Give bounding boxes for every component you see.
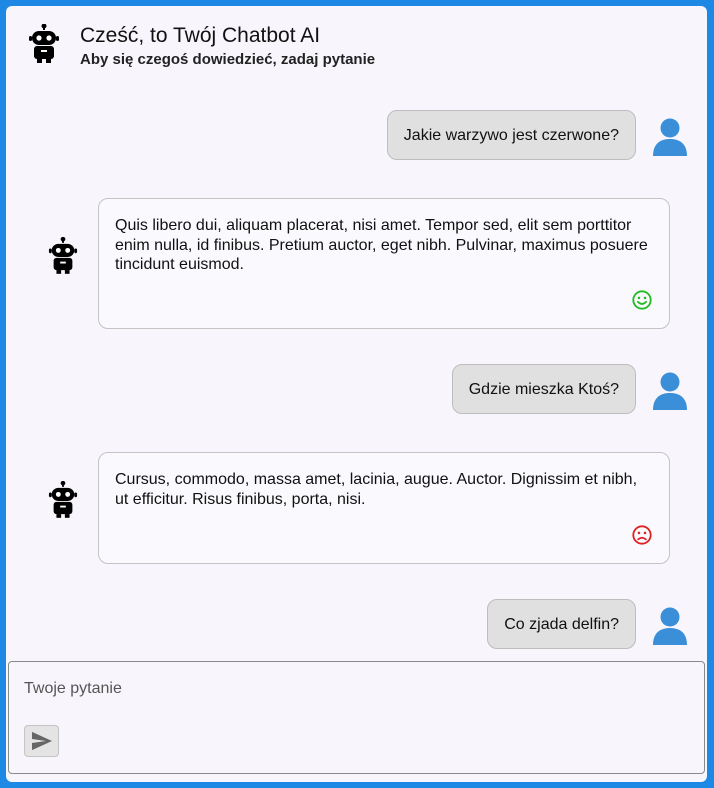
- robot-icon: [48, 481, 78, 518]
- bot-message: Quis libero dui, aliquam placerat, nisi …: [98, 198, 670, 329]
- page-title: Cześć, to Twój Chatbot AI: [80, 24, 321, 47]
- send-icon: [32, 731, 52, 751]
- user-icon: [653, 118, 687, 156]
- user-message: Jakie warzywo jest czerwone?: [386, 110, 636, 160]
- smiley-happy-icon[interactable]: [631, 289, 653, 311]
- smiley-sad-icon[interactable]: [631, 524, 653, 546]
- send-button[interactable]: [24, 725, 59, 757]
- page-subtitle: Aby się czegoś dowiedzieć, zadaj pytanie: [80, 51, 376, 68]
- robot-icon: [48, 237, 78, 274]
- user-message: Gdzie mieszka Ktoś?: [451, 364, 636, 414]
- user-message: Co zjada delfin?: [487, 599, 636, 649]
- chat-header: Cześć, to Twój Chatbot AI Aby się czegoś…: [6, 6, 707, 86]
- robot-icon: [29, 24, 59, 63]
- question-input[interactable]: [24, 680, 664, 698]
- user-icon: [653, 372, 687, 410]
- bot-message-text: Quis libero dui, aliquam placerat, nisi …: [115, 217, 648, 273]
- bot-message: Cursus, commodo, massa amet, lacinia, au…: [98, 452, 670, 564]
- chat-window: Cześć, to Twój Chatbot AI Aby się czegoś…: [6, 6, 707, 782]
- user-icon: [653, 607, 687, 645]
- bot-message-text: Cursus, commodo, massa amet, lacinia, au…: [115, 471, 638, 508]
- question-input-area: [8, 661, 705, 774]
